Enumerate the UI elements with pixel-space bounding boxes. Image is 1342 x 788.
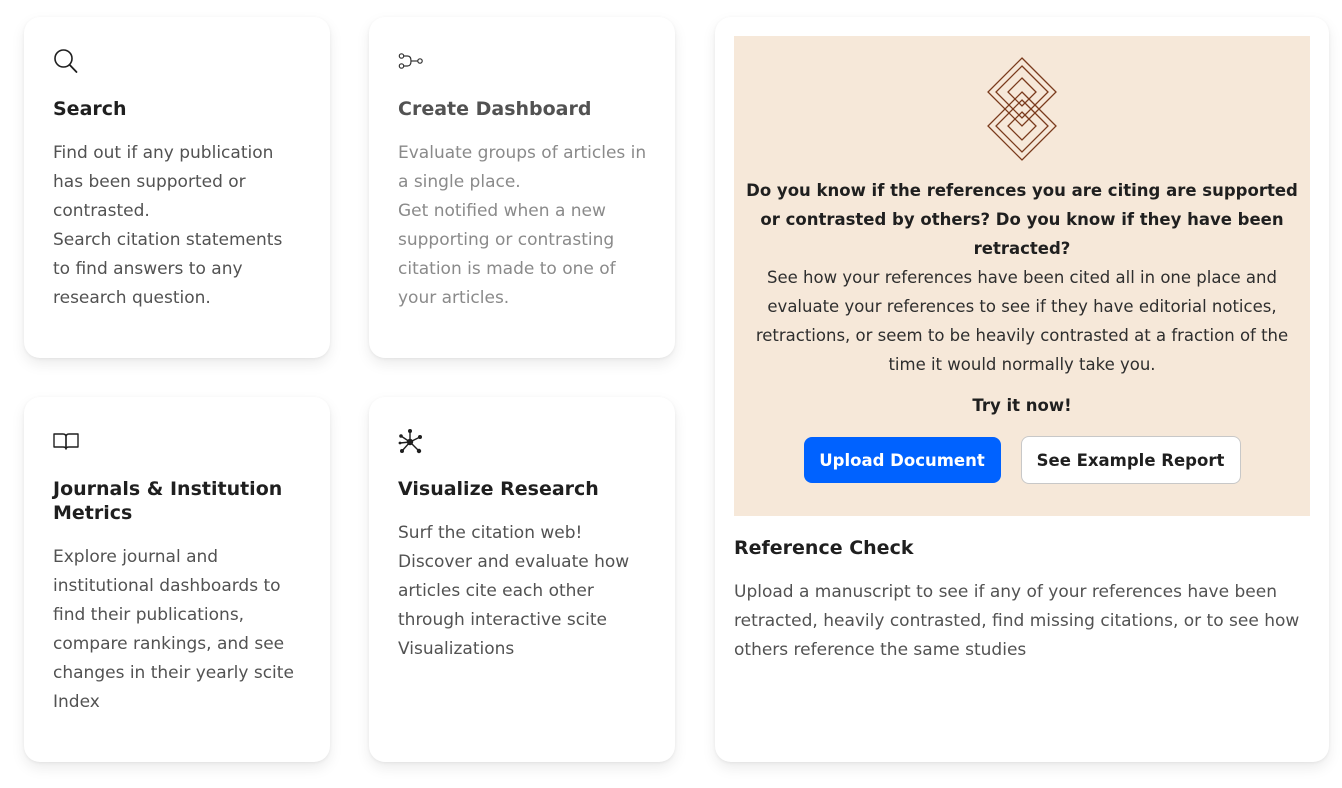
journals-metrics-card-description: Explore journal and institutional dashbo… bbox=[53, 547, 294, 712]
visualize-research-card[interactable]: Visualize Research Surf the citation web… bbox=[369, 397, 675, 762]
reference-check-question: Do you know if the references you are ci… bbox=[746, 181, 1298, 258]
create-dashboard-card-description: Evaluate groups of articles in a single … bbox=[398, 143, 647, 308]
visualize-research-card-title: Visualize Research bbox=[398, 478, 599, 500]
search-icon bbox=[53, 47, 79, 75]
reference-check-cta: Try it now! bbox=[972, 396, 1072, 415]
reference-check-title: Reference Check bbox=[734, 537, 914, 559]
reference-check-description: Upload a manuscript to see if any of you… bbox=[734, 582, 1300, 660]
visualize-research-card-description: Surf the citation web! Discover and eval… bbox=[398, 523, 630, 659]
reference-check-buttons: Upload Document See Example Report bbox=[734, 436, 1310, 484]
search-card[interactable]: Search Find out if any publication has b… bbox=[24, 17, 330, 358]
reference-check-promo: Do you know if the references you are ci… bbox=[734, 36, 1310, 516]
reference-check-card: Do you know if the references you are ci… bbox=[715, 17, 1329, 762]
network-graph-icon bbox=[398, 427, 424, 455]
create-dashboard-card[interactable]: Create Dashboard Evaluate groups of arti… bbox=[369, 17, 675, 358]
scite-logo bbox=[986, 56, 1058, 162]
journals-metrics-card[interactable]: Journals & Institution Metrics Explore j… bbox=[24, 397, 330, 762]
search-card-title: Search bbox=[53, 98, 127, 120]
open-book-icon bbox=[53, 427, 79, 455]
upload-document-button[interactable]: Upload Document bbox=[803, 437, 1001, 483]
reference-check-body: See how your references have been cited … bbox=[755, 268, 1289, 374]
journals-metrics-card-title: Journals & Institution Metrics bbox=[53, 478, 283, 524]
search-card-description: Find out if any publication has been sup… bbox=[53, 143, 283, 308]
create-dashboard-card-title: Create Dashboard bbox=[398, 98, 592, 120]
dashboard-nodes-icon bbox=[398, 47, 424, 75]
see-example-report-button[interactable]: See Example Report bbox=[1020, 436, 1241, 484]
